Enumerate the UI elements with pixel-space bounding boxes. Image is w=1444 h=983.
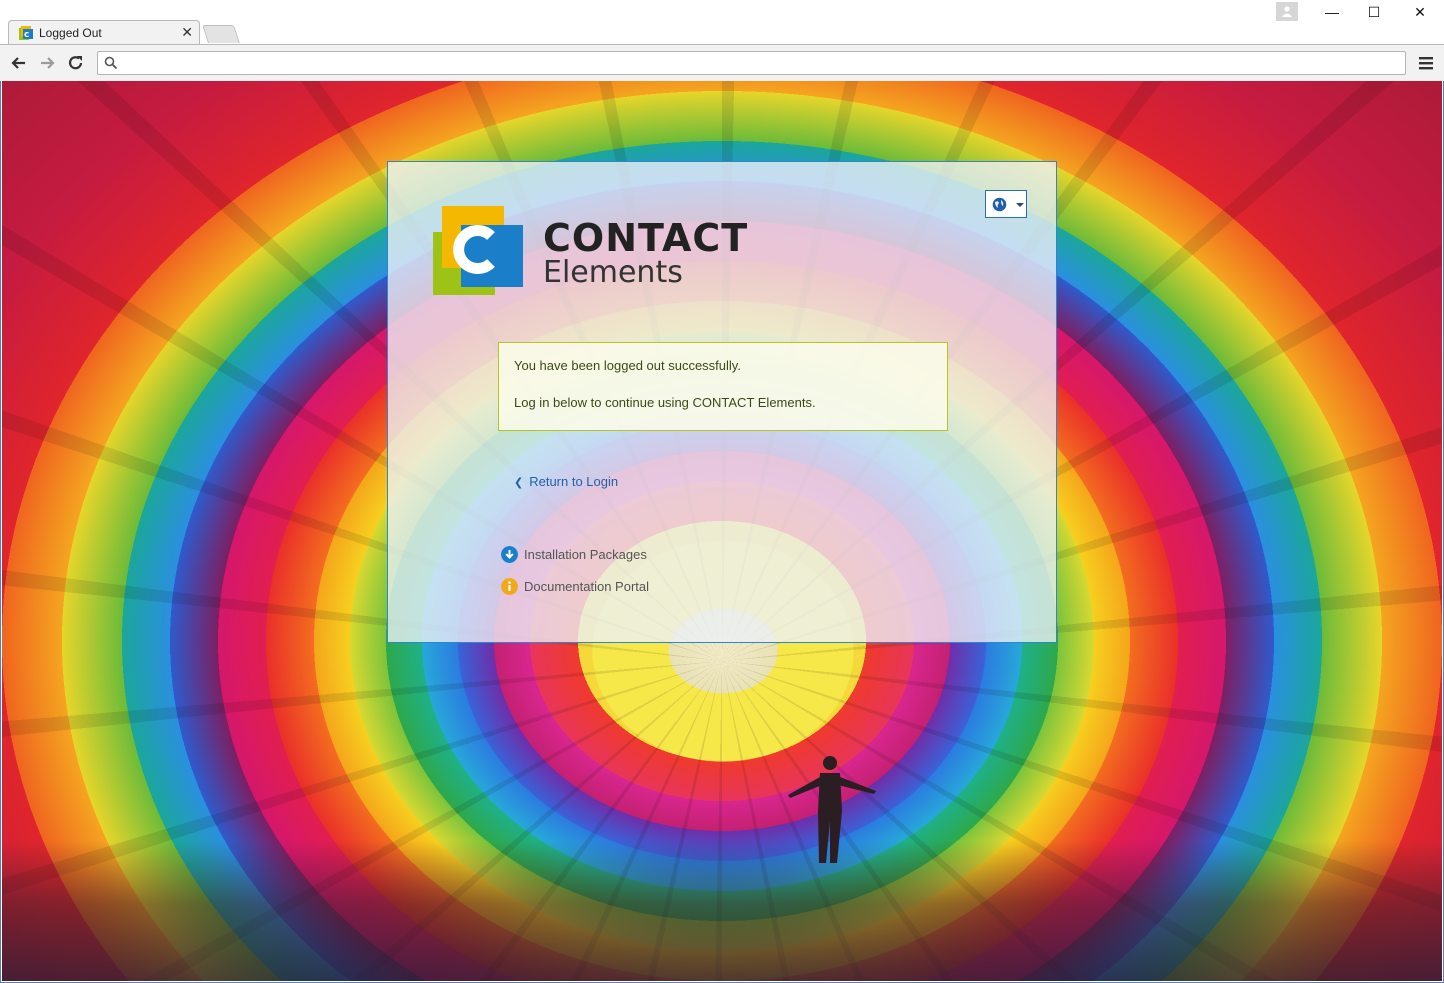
profile-button[interactable]: [1276, 2, 1298, 21]
hamburger-menu-icon[interactable]: [1418, 55, 1434, 71]
return-to-login-label: Return to Login: [529, 474, 619, 489]
user-icon: [1282, 6, 1292, 17]
close-window-button[interactable]: ✕: [1397, 4, 1443, 26]
address-input[interactable]: [124, 54, 1398, 74]
reload-icon[interactable]: [66, 53, 86, 73]
download-icon: [501, 546, 518, 563]
login-panel: CONTACT Elements You have been logged ou…: [387, 161, 1057, 643]
brand-name: CONTACT: [543, 216, 749, 260]
svg-text:c: c: [24, 30, 29, 40]
logout-message-line1: You have been logged out successfully.: [514, 358, 741, 373]
contact-logo-mark: [433, 206, 523, 295]
search-icon: [104, 56, 118, 70]
maximize-button[interactable]: ☐: [1351, 4, 1397, 26]
forward-arrow-icon[interactable]: [37, 53, 57, 73]
logout-message-line2: Log in below to continue using CONTACT E…: [514, 395, 816, 410]
new-tab-button[interactable]: [202, 25, 240, 43]
browser-titlebar: c Logged Out ✕ — ☐ ✕: [0, 0, 1444, 45]
tab-title: Logged Out: [39, 26, 102, 40]
globe-icon: [992, 197, 1007, 212]
page-background: CONTACT Elements You have been logged ou…: [2, 81, 1442, 981]
contact-favicon-icon: c: [19, 26, 33, 40]
logout-message: You have been logged out successfully. L…: [498, 342, 948, 431]
chevron-left-icon: ❮: [514, 477, 524, 489]
back-arrow-icon[interactable]: [9, 53, 29, 73]
installation-packages-label: Installation Packages: [524, 547, 647, 562]
browser-toolbar: [0, 44, 1444, 81]
brand-product: Elements: [543, 255, 683, 290]
language-select-button[interactable]: [985, 190, 1027, 218]
brand-wordmark: CONTACT Elements: [543, 218, 748, 290]
tab-close-icon[interactable]: ✕: [181, 24, 193, 40]
person-silhouette-image: [788, 756, 876, 863]
documentation-portal-label: Documentation Portal: [524, 579, 650, 594]
return-to-login-link[interactable]: ❮ Return to Login: [514, 474, 618, 489]
address-bar[interactable]: [97, 51, 1406, 75]
minimize-button[interactable]: —: [1309, 4, 1355, 26]
info-icon: [501, 578, 518, 595]
chevron-down-icon: [1016, 203, 1024, 207]
browser-tab[interactable]: c Logged Out ✕: [8, 20, 200, 45]
